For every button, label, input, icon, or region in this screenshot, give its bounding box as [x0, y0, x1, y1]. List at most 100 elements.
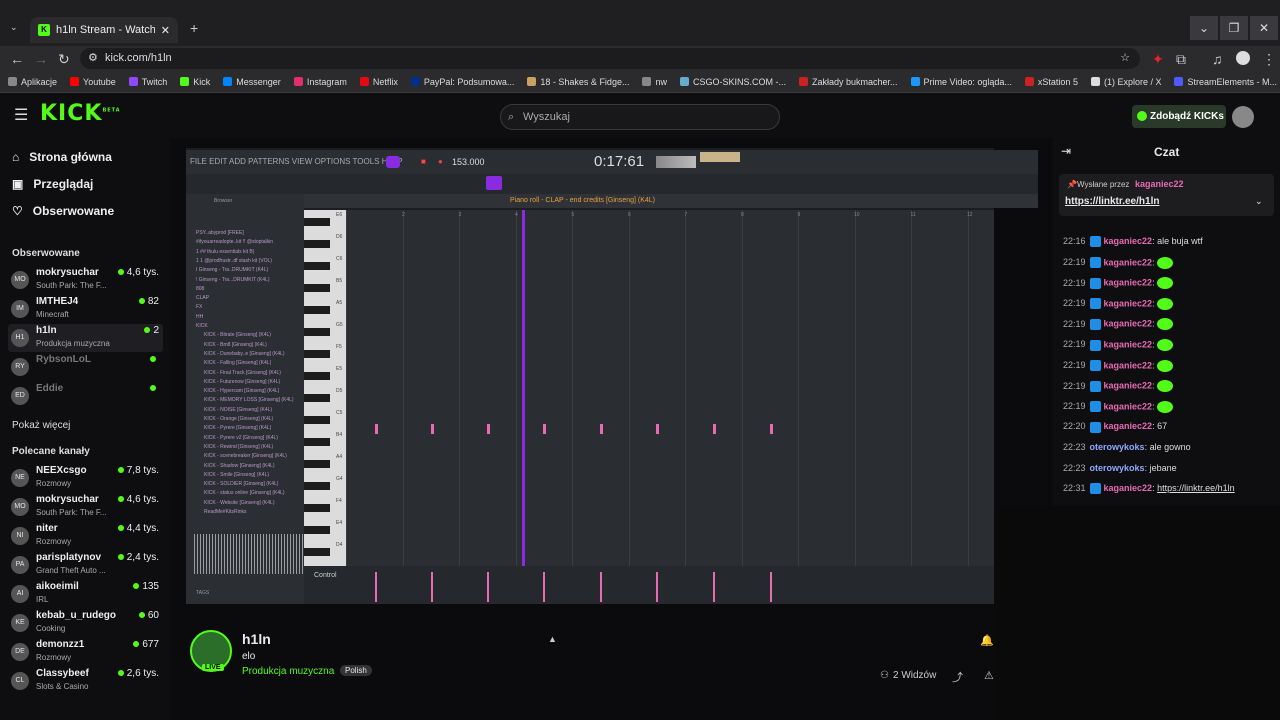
bookmark-item[interactable]: Kick	[180, 77, 210, 87]
show-more-link[interactable]: Pokaż więcej	[12, 420, 70, 431]
channel-item[interactable]: AI aikoeimil IRL 135	[8, 580, 163, 608]
bookmark-item[interactable]: (1) Explore / X	[1090, 77, 1161, 87]
pinned-message[interactable]: 📌 Wysłane przez kaganiec22 https://linkt…	[1059, 174, 1274, 216]
chat-message[interactable]: 22:20 kaganiec22: 67	[1063, 421, 1167, 433]
bookmark-item[interactable]: CSGO-SKINS.COM -...	[679, 77, 786, 87]
tab-list-icon[interactable]: ⌄	[10, 22, 18, 33]
get-kicks-button[interactable]: Zdobądź KICKs	[1132, 105, 1226, 128]
chat-message[interactable]: 22:19 kaganiec22:	[1063, 297, 1174, 310]
stream-category[interactable]: Produkcja muzyczna	[242, 666, 334, 677]
bookmark-item[interactable]: Zakłady bukmacher...	[798, 77, 898, 87]
tab-close-icon[interactable]: ✕	[161, 24, 170, 37]
restore-icon[interactable]: ❐	[1220, 16, 1248, 40]
bookmark-item[interactable]: Aplikacje	[8, 77, 57, 87]
chat-username[interactable]: kaganiec22	[1104, 339, 1153, 349]
channel-item[interactable]: NI niter Rozmowy 4,4 tys.	[8, 522, 163, 550]
chat-message[interactable]: 22:19 kaganiec22:	[1063, 400, 1174, 413]
bookmark-item[interactable]: nw	[642, 77, 667, 87]
extension-icon[interactable]: ✦	[1152, 51, 1164, 68]
chat-username[interactable]: kaganiec22	[1104, 401, 1153, 411]
collapse-chat-icon[interactable]: ⇥	[1061, 144, 1071, 158]
fl-pattern-icon	[386, 156, 400, 168]
kick-logo[interactable]: KICKBETA	[40, 101, 121, 126]
bookmark-star-icon[interactable]: ☆	[1120, 48, 1130, 69]
expand-pinned-icon[interactable]: ⌄	[1255, 196, 1263, 207]
bookmark-item[interactable]: PayPal: Podsumowa...	[410, 77, 514, 87]
recommended-heading: Polecane kanały	[12, 446, 90, 457]
bookmark-item[interactable]: xStation 5	[1024, 77, 1078, 87]
chat-message[interactable]: 22:19 kaganiec22:	[1063, 380, 1174, 393]
channel-name[interactable]: h1ln	[242, 631, 271, 647]
fl-browser-item: #ifyouarreadopte..kit !! @stoptalkin	[196, 239, 274, 246]
channel-item[interactable]: CL Classybeef Slots & Casino 2,6 tys.	[8, 667, 163, 695]
sidebar-nav-0[interactable]: ⌂ Strona główna	[12, 150, 112, 164]
channel-item[interactable]: RY RybsonLoL	[8, 353, 163, 381]
chat-message[interactable]: 22:19 kaganiec22:	[1063, 318, 1174, 331]
bookmark-item[interactable]: 18 - Shakes & Fidge...	[527, 77, 629, 87]
new-tab-button[interactable]: +	[190, 20, 198, 36]
sidebar-nav-2[interactable]: ♡ Obserwowane	[12, 204, 114, 218]
site-info-icon[interactable]: ⚙	[88, 48, 98, 69]
bookmark-item[interactable]: Prime Video: ogląda...	[910, 77, 1012, 87]
bookmark-item[interactable]: Messenger	[223, 77, 281, 87]
channel-item[interactable]: MO mokrysuchar South Park: The F... 4,6 tys…	[8, 266, 163, 294]
bookmark-item[interactable]: StreamElements - M...	[1174, 77, 1277, 87]
key-label: D4	[336, 542, 343, 548]
menu-dots-icon[interactable]: ⋮	[1262, 51, 1276, 68]
chat-message[interactable]: 22:19 kaganiec22:	[1063, 339, 1174, 351]
bookmark-item[interactable]: Instagram	[293, 77, 347, 87]
chat-message[interactable]: 22:23 oterowykoks: jebane	[1063, 463, 1177, 473]
bookmark-item[interactable]: Netflix	[359, 77, 398, 87]
channel-item[interactable]: ED Eddie	[8, 382, 163, 410]
chat-message[interactable]: 22:19 kaganiec22:	[1063, 359, 1174, 372]
chat-username[interactable]: kaganiec22	[1104, 236, 1153, 246]
search-input[interactable]: ⌕ Wyszukaj	[500, 104, 780, 130]
chat-message[interactable]: 22:16 kaganiec22: ale buja wtf	[1063, 236, 1203, 248]
bookmark-item[interactable]: Youtube	[70, 77, 116, 87]
chat-username[interactable]: kaganiec22	[1104, 381, 1153, 391]
channel-item[interactable]: PA parisplatynov Grand Theft Auto ... 2,4 t…	[8, 551, 163, 579]
fl-waveform-icon	[656, 156, 696, 168]
pinned-user[interactable]: kaganiec22	[1135, 179, 1184, 189]
channel-item[interactable]: NE NEEXcsgo Rozmowy 7,8 tys.	[8, 464, 163, 492]
hamburger-menu-icon[interactable]: ☰	[14, 105, 28, 125]
chat-message[interactable]: 22:19 kaganiec22:	[1063, 277, 1174, 290]
browser-tab[interactable]: K h1ln Stream - Watch Live o ✕	[30, 17, 178, 43]
bookmark-item[interactable]: Twitch	[128, 77, 167, 87]
back-icon[interactable]: ←	[10, 51, 24, 67]
chat-username[interactable]: oterowykoks	[1090, 463, 1145, 473]
chat-username[interactable]: kaganiec22	[1104, 483, 1153, 493]
pinned-link[interactable]: https://linktr.ee/h1ln	[1065, 196, 1159, 207]
close-window-icon[interactable]: ✕	[1250, 16, 1278, 40]
chat-username[interactable]: oterowykoks	[1090, 442, 1145, 452]
report-icon[interactable]: ⚠	[984, 669, 994, 682]
chat-message[interactable]: 22:31 kaganiec22: https://linktr.ee/h1ln	[1063, 483, 1235, 495]
chat-username[interactable]: kaganiec22	[1104, 319, 1153, 329]
chat-username[interactable]: kaganiec22	[1104, 257, 1153, 267]
chat-message[interactable]: 22:23 oterowykoks: ale gowno	[1063, 442, 1191, 452]
chat-username[interactable]: kaganiec22	[1104, 298, 1153, 308]
extensions-icon[interactable]: ⧉	[1176, 51, 1186, 68]
black-key	[304, 504, 330, 512]
tab-search-icon[interactable]: ⌄	[1190, 16, 1218, 40]
channel-item[interactable]: MO mokrysuchar South Park: The F... 4,6 tys…	[8, 493, 163, 521]
notification-bell-icon[interactable]: 🔔	[980, 634, 994, 647]
channel-item[interactable]: KE kebab_u_rudego Cooking 60	[8, 609, 163, 637]
media-icon[interactable]: ♫	[1212, 51, 1223, 67]
sidebar-nav-1[interactable]: ▣ Przeglądaj	[12, 177, 93, 191]
url-field[interactable]: ⚙ kick.com/h1ln ☆	[80, 48, 1140, 69]
channel-item[interactable]: IM IMTHEJ4 Minecraft 82	[8, 295, 163, 323]
chat-text[interactable]: https://linktr.ee/h1ln	[1157, 483, 1235, 493]
profile-icon[interactable]	[1236, 51, 1250, 65]
channel-item[interactable]: DE demonzz1 Rozmowy 677	[8, 638, 163, 666]
reload-icon[interactable]: ↻	[58, 51, 70, 68]
chat-username[interactable]: kaganiec22	[1104, 278, 1153, 288]
forward-icon[interactable]: →	[34, 51, 48, 67]
language-tag[interactable]: Polish	[340, 665, 372, 676]
channel-item[interactable]: H1 h1ln Produkcja muzyczna 2	[8, 324, 163, 352]
chat-username[interactable]: kaganiec22	[1104, 421, 1153, 431]
chat-username[interactable]: kaganiec22	[1104, 360, 1153, 370]
user-avatar[interactable]	[1232, 106, 1254, 128]
chat-message[interactable]: 22:19 kaganiec22:	[1063, 256, 1174, 269]
share-icon[interactable]: ⤴	[952, 669, 963, 685]
